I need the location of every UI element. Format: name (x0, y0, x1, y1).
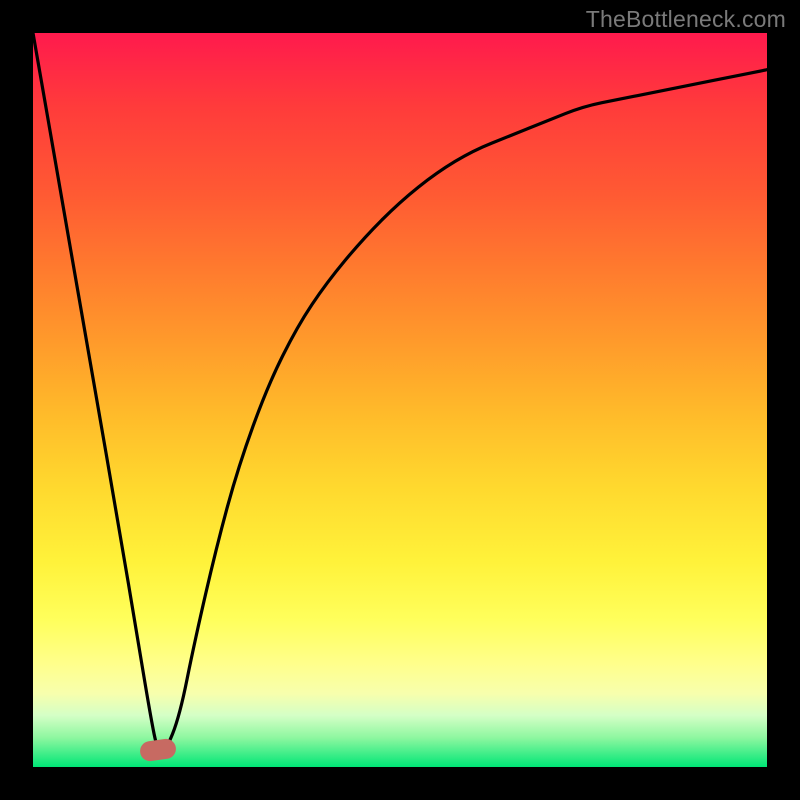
plot-area (33, 33, 767, 767)
chart-frame: TheBottleneck.com (0, 0, 800, 800)
curve-svg (33, 33, 767, 767)
bottleneck-curve (33, 33, 767, 752)
watermark-text: TheBottleneck.com (586, 6, 786, 33)
